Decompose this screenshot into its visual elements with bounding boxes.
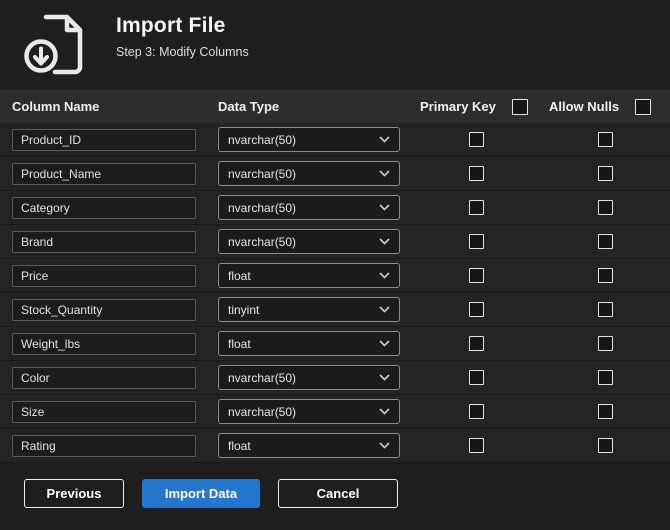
table-row: float (0, 259, 670, 293)
allow-nulls-checkbox[interactable] (598, 438, 613, 453)
data-type-value: float (228, 336, 251, 351)
chevron-down-icon (379, 170, 390, 177)
data-type-header: Data Type (218, 99, 280, 114)
primary-key-checkbox[interactable] (469, 166, 484, 181)
chevron-down-icon (379, 272, 390, 279)
table-row: nvarchar(50) (0, 225, 670, 259)
primary-key-checkbox[interactable] (469, 132, 484, 147)
allow-nulls-checkbox[interactable] (598, 404, 613, 419)
column-name-input[interactable] (12, 128, 196, 151)
column-name-input[interactable] (12, 434, 196, 457)
page-title: Import File (116, 14, 226, 37)
allow-nulls-checkbox[interactable] (598, 336, 613, 351)
allow-nulls-select-all-checkbox[interactable] (635, 98, 652, 115)
primary-key-header-label: Primary Key (420, 99, 496, 114)
data-type-value: nvarchar(50) (228, 404, 297, 419)
allow-nulls-checkbox[interactable] (598, 166, 613, 181)
allow-nulls-checkbox[interactable] (598, 200, 613, 215)
primary-key-checkbox[interactable] (469, 404, 484, 419)
column-name-input[interactable] (12, 400, 196, 423)
header-titles: Import File Step 3: Modify Columns (116, 10, 249, 59)
primary-key-header: Primary Key (412, 98, 541, 115)
data-type-select[interactable]: float (218, 433, 400, 458)
primary-key-checkbox[interactable] (469, 438, 484, 453)
allow-nulls-checkbox[interactable] (598, 302, 613, 317)
chevron-down-icon (379, 136, 390, 143)
table-row: tinyint (0, 293, 670, 327)
primary-key-checkbox[interactable] (469, 268, 484, 283)
table-row: nvarchar(50) (0, 123, 670, 157)
data-type-value: float (228, 268, 251, 283)
table-body: nvarchar(50) nvarchar(50) nvarchar(50) nvar… (0, 123, 670, 463)
column-name-input[interactable] (12, 162, 196, 185)
column-name-input[interactable] (12, 298, 196, 321)
data-type-select[interactable]: nvarchar(50) (218, 127, 400, 152)
chevron-down-icon (379, 204, 390, 211)
primary-key-select-all-checkbox[interactable] (511, 98, 528, 115)
chevron-down-icon (379, 238, 390, 245)
import-data-button[interactable]: Import Data (142, 479, 260, 508)
data-type-value: nvarchar(50) (228, 132, 297, 147)
chevron-down-icon (379, 374, 390, 381)
table-header: Column Name Data Type Primary Key Allow … (0, 90, 670, 123)
data-type-select[interactable]: nvarchar(50) (218, 161, 400, 186)
data-type-select[interactable]: float (218, 331, 400, 356)
primary-key-checkbox[interactable] (469, 370, 484, 385)
data-type-value: float (228, 438, 251, 453)
chevron-down-icon (379, 442, 390, 449)
data-type-value: nvarchar(50) (228, 166, 297, 181)
column-name-input[interactable] (12, 332, 196, 355)
data-type-select[interactable]: tinyint (218, 297, 400, 322)
import-file-icon (24, 14, 83, 75)
table-row: float (0, 429, 670, 463)
chevron-down-icon (379, 306, 390, 313)
primary-key-checkbox[interactable] (469, 234, 484, 249)
column-name-input[interactable] (12, 230, 196, 253)
table-row: float (0, 327, 670, 361)
primary-key-checkbox[interactable] (469, 302, 484, 317)
primary-key-checkbox[interactable] (469, 200, 484, 215)
data-type-select[interactable]: float (218, 263, 400, 288)
data-type-select[interactable]: nvarchar(50) (218, 399, 400, 424)
dialog-footer: Previous Import Data Cancel (0, 463, 670, 508)
table-row: nvarchar(50) (0, 191, 670, 225)
dialog-header: Import File Step 3: Modify Columns (0, 0, 670, 90)
step-subtitle: Step 3: Modify Columns (116, 45, 249, 59)
allow-nulls-checkbox[interactable] (598, 132, 613, 147)
table-row: nvarchar(50) (0, 395, 670, 429)
allow-nulls-checkbox[interactable] (598, 234, 613, 249)
data-type-value: nvarchar(50) (228, 200, 297, 215)
data-type-select[interactable]: nvarchar(50) (218, 195, 400, 220)
column-name-header: Column Name (12, 99, 100, 114)
column-name-input[interactable] (12, 366, 196, 389)
allow-nulls-header-label: Allow Nulls (549, 99, 620, 114)
import-file-dialog: Import File Step 3: Modify Columns Colum… (0, 0, 670, 508)
allow-nulls-checkbox[interactable] (598, 370, 613, 385)
data-type-value: nvarchar(50) (228, 234, 297, 249)
chevron-down-icon (379, 408, 390, 415)
data-type-select[interactable]: nvarchar(50) (218, 365, 400, 390)
column-name-input[interactable] (12, 264, 196, 287)
primary-key-checkbox[interactable] (469, 336, 484, 351)
data-type-value: tinyint (228, 302, 260, 317)
column-name-input[interactable] (12, 196, 196, 219)
previous-button[interactable]: Previous (24, 479, 124, 508)
data-type-value: nvarchar(50) (228, 370, 297, 385)
cancel-button[interactable]: Cancel (278, 479, 398, 508)
data-type-select[interactable]: nvarchar(50) (218, 229, 400, 254)
chevron-down-icon (379, 340, 390, 347)
table-row: nvarchar(50) (0, 361, 670, 395)
allow-nulls-header: Allow Nulls (541, 98, 670, 115)
table-row: nvarchar(50) (0, 157, 670, 191)
allow-nulls-checkbox[interactable] (598, 268, 613, 283)
